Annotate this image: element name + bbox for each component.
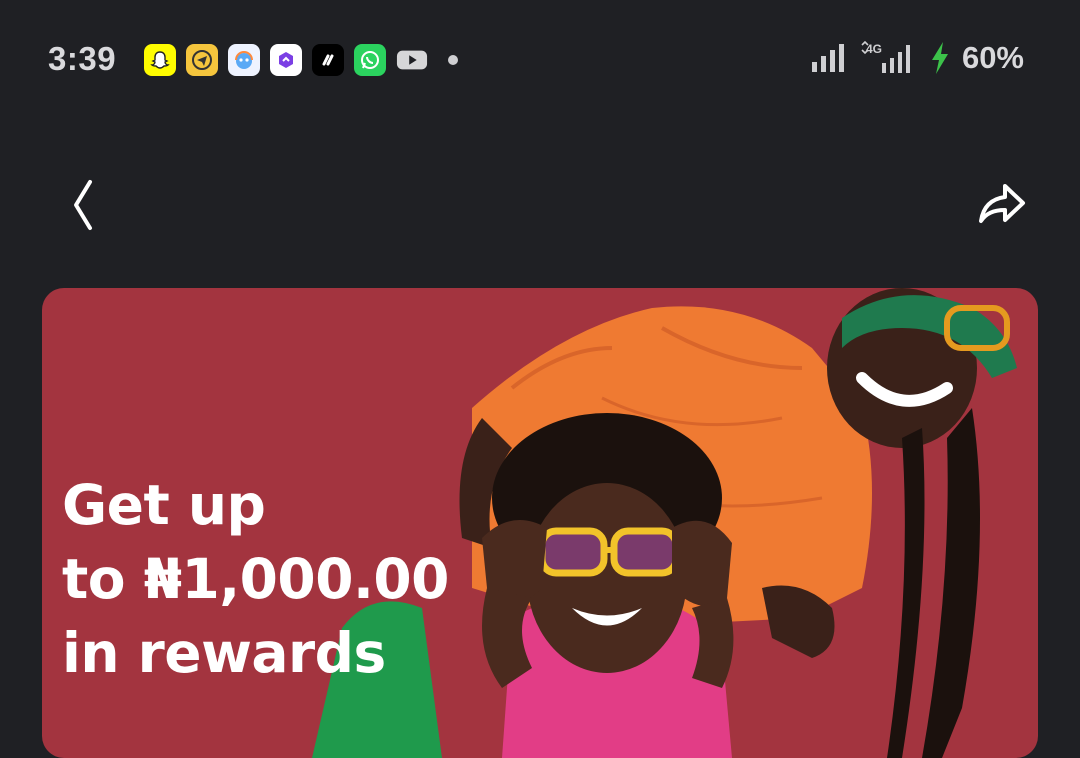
notification-icons	[144, 44, 458, 76]
back-button[interactable]	[62, 178, 106, 232]
snapchat-icon	[144, 44, 176, 76]
status-bar: 3:39 4G 60%	[0, 0, 1080, 120]
chat-bot-icon	[228, 44, 260, 76]
more-notifications-dot	[448, 55, 458, 65]
chevron-left-icon	[74, 180, 92, 230]
share-arrow-icon	[979, 184, 1025, 223]
whatsapp-icon	[354, 44, 386, 76]
promo-headline-line-3: in rewards	[62, 621, 386, 685]
app-icon	[312, 44, 344, 76]
promo-headline: Get up to ₦1,000.00 in rewards	[62, 468, 449, 690]
promo-headline-line-2: to ₦1,000.00	[62, 547, 449, 611]
status-time: 3:39	[48, 40, 117, 77]
svg-text:4G: 4G	[866, 42, 882, 56]
telegram-icon	[186, 44, 218, 76]
youtube-icon	[396, 44, 428, 76]
battery-percentage: 60%	[961, 40, 1024, 75]
charging-bolt-icon	[931, 42, 948, 74]
promo-headline-line-1: Get up	[62, 473, 266, 537]
status-indicators: 4G 60%	[810, 40, 1024, 76]
share-button[interactable]	[978, 180, 1028, 226]
rewards-promo-banner[interactable]: Get up to ₦1,000.00 in rewards	[42, 288, 1038, 758]
app-icon	[270, 44, 302, 76]
signal-icon	[811, 44, 844, 72]
network-4g-signal-icon: 4G	[861, 41, 910, 73]
